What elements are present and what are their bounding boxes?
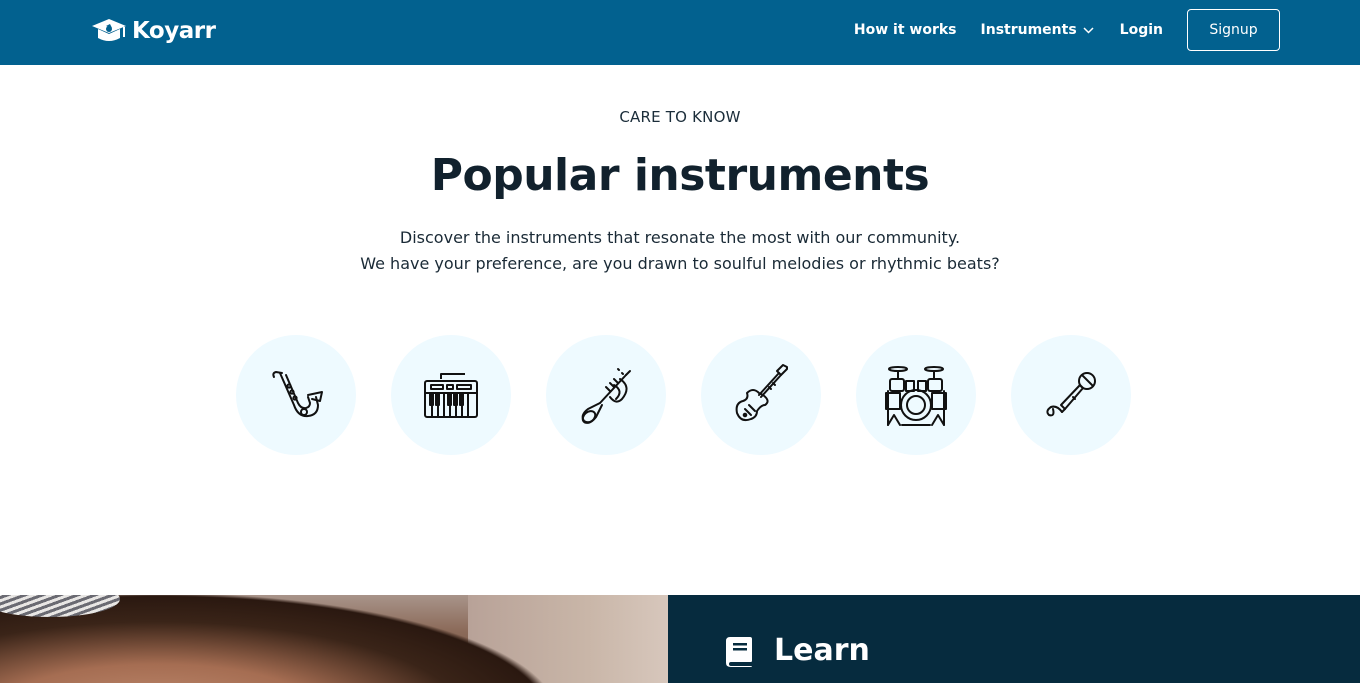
section-description: Discover the instruments that resonate t… — [0, 225, 1360, 277]
section-eyebrow: CARE TO KNOW — [619, 108, 741, 126]
chevron-down-icon — [1083, 26, 1094, 34]
saxophone-icon — [272, 371, 323, 418]
description-line-2: We have your preference, are you drawn t… — [360, 254, 1000, 273]
instrument-saxophone[interactable] — [236, 335, 356, 455]
microphone-icon — [1046, 372, 1096, 417]
top-navbar: Koyarr How it works Instruments Login Si… — [0, 0, 1360, 65]
learner-photo — [0, 595, 668, 683]
signup-button[interactable]: Signup — [1187, 9, 1280, 51]
learn-title: Learn — [774, 633, 870, 668]
instrument-keyboard[interactable] — [391, 335, 511, 455]
main-nav: How it works Instruments Login Signup — [854, 9, 1280, 51]
keyboard-icon — [424, 373, 478, 418]
nav-how-it-works[interactable]: How it works — [854, 22, 957, 38]
instrument-microphone[interactable] — [1011, 335, 1131, 455]
instrument-list — [236, 335, 1136, 455]
section-title: Popular instruments — [430, 150, 930, 201]
book-icon — [726, 637, 752, 667]
nav-login[interactable]: Login — [1120, 22, 1163, 38]
trumpet-icon — [581, 368, 631, 424]
drums-icon — [885, 366, 947, 426]
instrument-trumpet[interactable] — [546, 335, 666, 455]
learn-panel: Learn — [668, 595, 1360, 683]
graduation-cap-icon — [92, 19, 126, 41]
description-line-1: Discover the instruments that resonate t… — [399, 228, 961, 247]
guitar-icon — [735, 364, 788, 422]
instrument-guitar[interactable] — [701, 335, 821, 455]
instrument-drums[interactable] — [856, 335, 976, 455]
nav-instruments-dropdown[interactable]: Instruments — [981, 22, 1094, 38]
brand-name: Koyarr — [132, 18, 216, 44]
brand-logo[interactable]: Koyarr — [90, 16, 216, 46]
nav-instruments-label: Instruments — [980, 22, 1077, 38]
